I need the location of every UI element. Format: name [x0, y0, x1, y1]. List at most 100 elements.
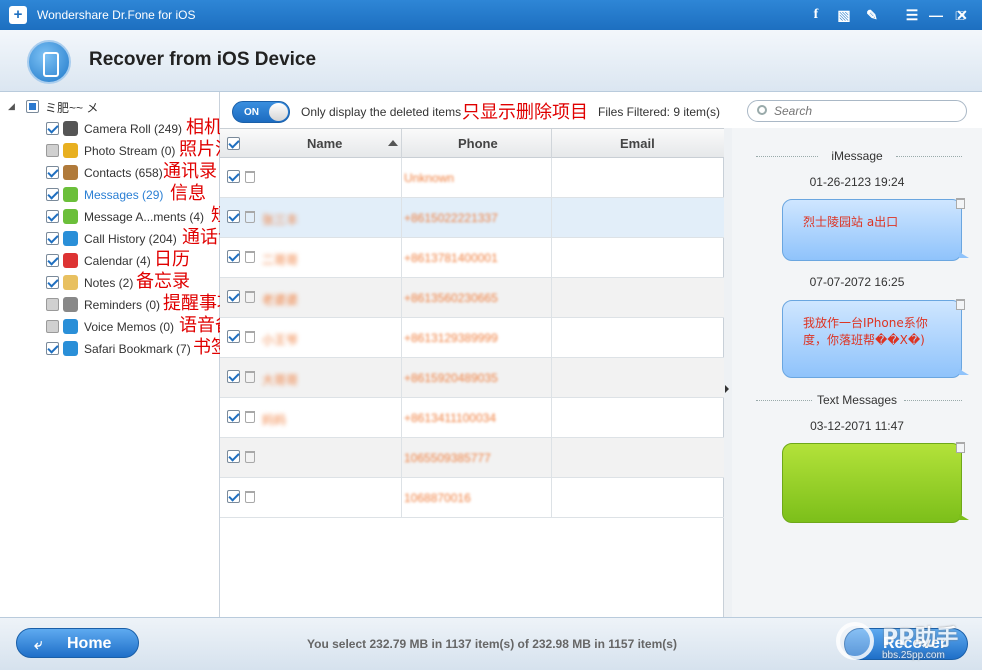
category-checkbox[interactable] — [46, 166, 59, 179]
toggle-knob[interactable] — [269, 103, 288, 121]
home-button-label: Home — [67, 635, 112, 652]
trash-icon[interactable] — [956, 198, 965, 209]
trash-icon[interactable] — [245, 211, 255, 223]
cell-divider — [401, 478, 402, 518]
column-header-name[interactable]: Name — [307, 136, 342, 151]
column-header-phone[interactable]: Phone — [458, 136, 498, 151]
search-input[interactable] — [774, 104, 954, 118]
trash-icon[interactable] — [245, 411, 255, 423]
contact-name-cell: 大哥哥 — [262, 373, 299, 387]
category-icon — [63, 143, 78, 158]
message-bubble[interactable]: 烈士陵园站 a出口 — [782, 198, 969, 261]
section-divider — [896, 156, 962, 157]
sidebar-item-label: Message A...ments (4) — [84, 210, 205, 224]
row-checkbox[interactable] — [227, 250, 240, 263]
title-bar: + Wondershare Dr.Fone for iOS f ▧ ✎ ☰ — … — [0, 0, 982, 30]
row-checkbox[interactable] — [227, 450, 240, 463]
trash-icon[interactable] — [245, 171, 255, 183]
category-checkbox[interactable] — [46, 254, 59, 267]
expand-arrow-icon[interactable] — [725, 385, 729, 393]
select-all-checkbox[interactable] — [26, 100, 39, 113]
row-checkbox[interactable] — [227, 410, 240, 423]
cell-divider — [551, 318, 552, 358]
minimize-icon[interactable]: — — [926, 5, 946, 25]
menu-icon[interactable]: ☰ — [902, 5, 922, 25]
cell-divider — [401, 318, 402, 358]
sidebar-item-label: Calendar (4) — [84, 254, 151, 268]
cell-divider — [551, 158, 552, 198]
category-icon — [63, 187, 78, 202]
cell-divider — [401, 438, 402, 478]
home-button[interactable]: ⤶ Home — [16, 628, 139, 658]
category-checkbox[interactable] — [46, 210, 59, 223]
row-checkbox[interactable] — [227, 330, 240, 343]
search-icon — [757, 105, 767, 115]
cell-divider — [401, 278, 402, 318]
collapse-triangle-icon[interactable]: ◢ — [8, 101, 15, 112]
category-sidebar: ◢ ミ肥~~ メ Camera Roll (249)相机胶卷Photo Stre… — [0, 92, 319, 617]
table-row[interactable]: 1068870016 — [220, 478, 724, 518]
deleted-only-toggle[interactable]: ON — [232, 101, 290, 123]
trash-icon[interactable] — [245, 491, 255, 503]
category-checkbox[interactable] — [46, 342, 59, 355]
cell-divider — [551, 478, 552, 518]
category-checkbox[interactable] — [46, 144, 59, 157]
table-row[interactable]: 妈妈 +8613411100034 — [220, 398, 724, 438]
page-header: Recover from iOS Device — [0, 30, 982, 92]
column-header-email[interactable]: Email — [620, 136, 655, 151]
pane-splitter[interactable] — [724, 128, 732, 617]
cell-divider — [551, 278, 552, 318]
table-row[interactable]: 小王爷 +8613129389999 — [220, 318, 724, 358]
table-header: Name Phone Email — [220, 128, 724, 159]
facebook-icon[interactable]: f — [806, 5, 826, 25]
row-checkbox[interactable] — [227, 290, 240, 303]
close-icon[interactable]: ✕ — [952, 5, 972, 25]
category-checkbox[interactable] — [46, 298, 59, 311]
category-checkbox[interactable] — [46, 188, 59, 201]
trash-icon[interactable] — [245, 291, 255, 303]
bubble-tail — [959, 252, 969, 258]
watermark-logo-icon — [836, 622, 874, 660]
trash-icon[interactable] — [245, 331, 255, 343]
contact-phone-cell: +8613560230665 — [404, 291, 498, 305]
table-row[interactable]: 1065509385777 — [220, 438, 724, 478]
category-icon — [63, 231, 78, 246]
sort-ascending-icon[interactable] — [388, 140, 398, 146]
trash-icon[interactable] — [956, 442, 965, 453]
feedback-icon[interactable]: ✎ — [862, 5, 882, 25]
table-row[interactable]: 张三丰 +8615022221337 — [220, 198, 724, 238]
search-box[interactable] — [747, 100, 967, 122]
category-checkbox[interactable] — [46, 122, 59, 135]
contact-phone-cell: +8613129389999 — [404, 331, 498, 345]
row-checkbox[interactable] — [227, 210, 240, 223]
cell-divider — [551, 238, 552, 278]
files-filtered-count: Files Filtered: 9 item(s) — [598, 105, 721, 119]
contact-name-cell: 老婆婆 — [262, 293, 299, 307]
row-checkbox[interactable] — [227, 370, 240, 383]
back-arrow-icon: ⤶ — [34, 636, 43, 653]
app-title: Wondershare Dr.Fone for iOS — [37, 8, 196, 22]
category-checkbox[interactable] — [46, 276, 59, 289]
category-checkbox[interactable] — [46, 232, 59, 245]
table-row[interactable]: Unknown — [220, 158, 724, 198]
chat-icon[interactable]: ▧ — [834, 5, 854, 25]
cell-divider — [551, 358, 552, 398]
contact-phone-cell: +8613411100034 — [404, 411, 496, 425]
message-bubble[interactable]: 我放作一台IPhone系你度，你落班帮��X�) — [782, 299, 969, 378]
filter-toolbar: ON Only display the deleted items 只显示删除项… — [220, 92, 982, 128]
table-row[interactable]: 大哥哥 +8615920489035 — [220, 358, 724, 398]
row-checkbox[interactable] — [227, 170, 240, 183]
trash-icon[interactable] — [245, 371, 255, 383]
category-icon — [63, 121, 78, 136]
table-row[interactable]: 老婆婆 +8613560230665 — [220, 278, 724, 318]
table-row[interactable]: 二哥哥 +8613781400001 — [220, 238, 724, 278]
category-icon — [63, 341, 78, 356]
category-checkbox[interactable] — [46, 320, 59, 333]
trash-icon[interactable] — [245, 451, 255, 463]
trash-icon[interactable] — [956, 299, 965, 310]
cell-divider — [551, 398, 552, 438]
message-bubble[interactable] — [782, 442, 969, 523]
row-checkbox[interactable] — [227, 490, 240, 503]
header-checkbox[interactable] — [227, 137, 240, 150]
trash-icon[interactable] — [245, 251, 255, 263]
